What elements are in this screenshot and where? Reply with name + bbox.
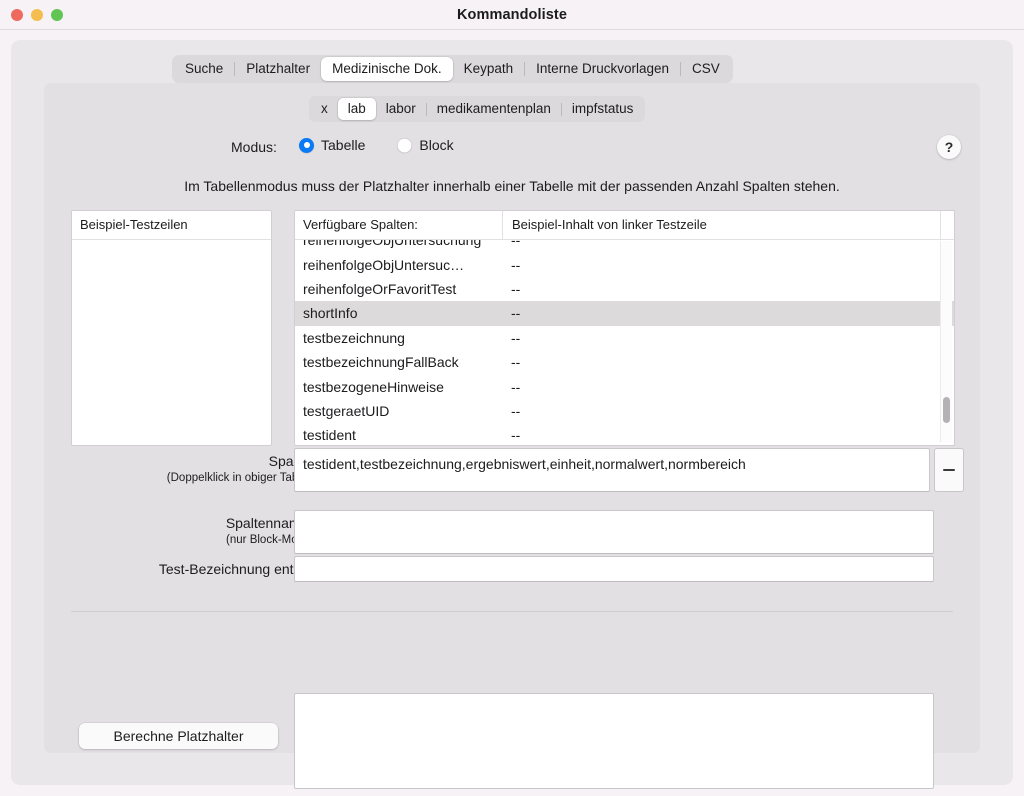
subtab-medikamentenplan[interactable]: medikamentenplan xyxy=(427,98,561,120)
mode-hint-text: Im Tabellenmodus muss der Platzhalter in… xyxy=(184,178,840,194)
tab-suche[interactable]: Suche xyxy=(174,57,234,81)
table-row[interactable]: testbezogeneHinweise -- xyxy=(295,374,954,398)
spaltennamen-label-sub: (nur Block-Modus) xyxy=(226,534,320,546)
modus-label: Modus: xyxy=(231,139,277,155)
test-bezeichnung-input[interactable] xyxy=(294,556,934,582)
row-beispielwert: -- xyxy=(511,240,521,249)
radio-tabelle-label: Tabelle xyxy=(321,137,366,153)
minus-icon xyxy=(943,469,955,471)
spalten-remove-stepper[interactable] xyxy=(934,448,964,492)
beispiel-testzeilen-table[interactable]: Beispiel-Testzeilen xyxy=(71,210,272,446)
subtab-lab[interactable]: lab xyxy=(337,98,376,120)
row-beispielwert: -- xyxy=(511,305,521,322)
table-row[interactable]: reihenfolgeObjUntersuchung -- xyxy=(295,240,954,252)
row-spaltenname: testgeraetUID xyxy=(303,402,390,419)
table-row[interactable]: reihenfolgeOrFavoritTest -- xyxy=(295,277,954,301)
row-beispielwert: -- xyxy=(511,354,521,371)
table-row[interactable]: testident -- xyxy=(295,423,954,445)
row-beispielwert: -- xyxy=(511,329,521,346)
tab-interne-druckvorlagen[interactable]: Interne Druckvorlagen xyxy=(525,57,680,81)
row-spaltenname: testbezogeneHinweise xyxy=(303,378,444,395)
sub-tabbar: x lab labor medikamentenplan impfstatus xyxy=(309,96,646,122)
row-spaltenname: shortInfo xyxy=(303,305,358,322)
spalten-label-sub: (Doppelklick in obiger Tabelle) xyxy=(166,472,320,484)
help-button[interactable]: ? xyxy=(937,135,961,159)
table-row[interactable]: testgeraetUID -- xyxy=(295,399,954,423)
table-row[interactable]: testbezeichnungFallBack -- xyxy=(295,350,954,374)
tab-platzhalter[interactable]: Platzhalter xyxy=(235,57,321,81)
subtab-impfstatus[interactable]: impfstatus xyxy=(562,98,644,120)
radio-block-label: Block xyxy=(419,137,454,153)
column-header-verfuegbare-spalten[interactable]: Verfügbare Spalten: xyxy=(295,211,502,239)
row-spaltenname: testbezeichnung xyxy=(303,329,405,346)
row-spaltenname: reihenfolgeOrFavoritTest xyxy=(303,280,457,297)
berechne-platzhalter-button[interactable]: Berechne Platzhalter xyxy=(79,723,278,749)
modus-row: Modus: Tabelle Block xyxy=(44,137,980,161)
radio-block[interactable]: Block xyxy=(397,137,454,153)
table-row[interactable]: testbezeichnung -- xyxy=(295,326,954,350)
subtab-labor[interactable]: labor xyxy=(376,98,426,120)
row-beispielwert: -- xyxy=(511,378,521,395)
column-header-beispiel-inhalt[interactable]: Beispiel-Inhalt von linker Testzeile xyxy=(502,211,940,239)
section-divider xyxy=(71,611,953,612)
row-spaltenname: testident xyxy=(303,427,356,444)
spalten-field-label: Spalten: (Doppelklick in obiger Tabelle) xyxy=(80,453,320,487)
tab-medizinische-dok[interactable]: Medizinische Dok. xyxy=(321,57,453,81)
spalten-rows-list: reihenfolgeObjUntersuchung -- reihenfolg… xyxy=(295,240,954,445)
tab-csv[interactable]: CSV xyxy=(681,57,731,81)
spalten-input[interactable]: testident,testbezeichnung,ergebniswert,e… xyxy=(294,448,930,492)
radio-tabelle-indicator-icon[interactable] xyxy=(299,137,314,153)
medizinische-dok-panel: x lab labor medikamentenplan impfstatus … xyxy=(44,83,980,789)
tab-keypath[interactable]: Keypath xyxy=(453,57,525,81)
main-tabbar: Suche Platzhalter Medizinische Dok. Keyp… xyxy=(172,55,733,83)
spaltennamen-input[interactable] xyxy=(294,510,934,554)
radio-tabelle[interactable]: Tabelle xyxy=(299,137,365,153)
spalten-rows-viewport: reihenfolgeObjUntersuchung -- reihenfolg… xyxy=(295,240,954,445)
row-spaltenname: reihenfolgeObjUntersuc… xyxy=(303,256,465,273)
window-titlebar: Kommandoliste xyxy=(0,0,1024,30)
radio-block-indicator-icon[interactable] xyxy=(397,137,413,153)
scrollbar-thumb[interactable] xyxy=(943,397,950,423)
window-title: Kommandoliste xyxy=(456,6,568,23)
row-spaltenname: reihenfolgeObjUntersuchung xyxy=(303,240,482,249)
spaltennamen-field-label: Spaltennamen: (nur Block-Modus) xyxy=(80,515,320,549)
verfuegbare-spalten-header-row: Verfügbare Spalten: Beispiel-Inhalt von … xyxy=(295,211,954,240)
subtab-x[interactable]: x xyxy=(311,98,338,120)
row-beispielwert: -- xyxy=(511,402,521,419)
dialog-body: Suche Platzhalter Medizinische Dok. Keyp… xyxy=(11,40,1013,789)
row-beispielwert: -- xyxy=(511,280,521,297)
verfuegbare-spalten-table[interactable]: Verfügbare Spalten: Beispiel-Inhalt von … xyxy=(294,210,955,446)
table-row[interactable]: reihenfolgeObjUntersuc… -- xyxy=(295,252,954,276)
spalten-vertical-scrollbar[interactable] xyxy=(940,241,952,442)
test-bezeichnung-field-label: Test-Bezeichnung enthält: xyxy=(158,561,320,577)
table-row-selected[interactable]: shortInfo -- xyxy=(295,301,954,326)
column-header-spacer xyxy=(940,211,954,239)
row-spaltenname: testbezeichnungFallBack xyxy=(303,354,459,371)
platzhalter-output-area[interactable] xyxy=(294,693,934,789)
modus-radio-group: Tabelle Block xyxy=(299,137,454,153)
row-beispielwert: -- xyxy=(511,256,521,273)
beispiel-testzeilen-header: Beispiel-Testzeilen xyxy=(72,211,271,240)
row-beispielwert: -- xyxy=(511,427,521,444)
